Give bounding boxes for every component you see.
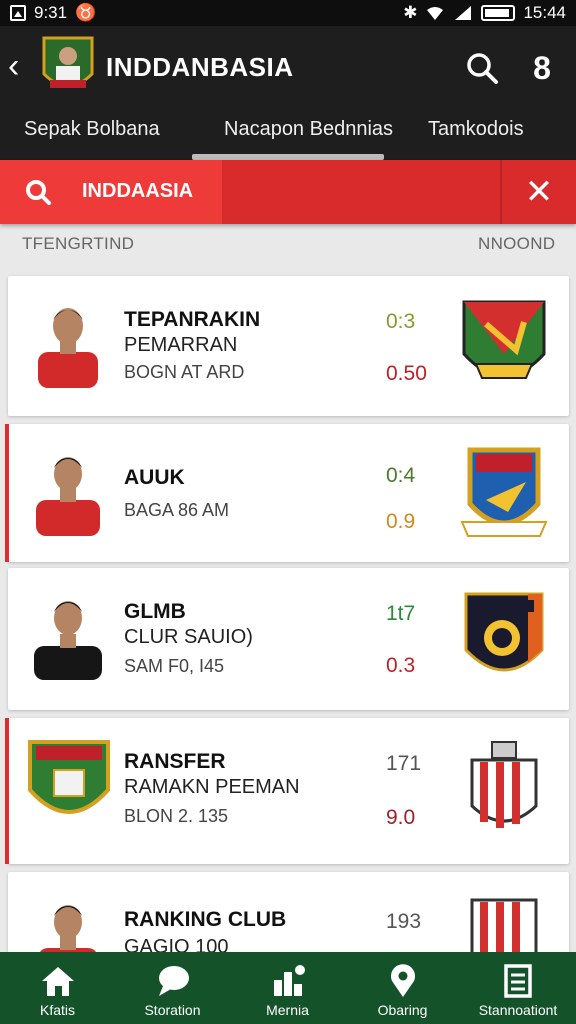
nav-item-location[interactable]: Obaring bbox=[345, 958, 460, 1024]
nav-label: Storation bbox=[144, 1002, 201, 1018]
signal-icon bbox=[455, 6, 472, 20]
list-item[interactable]: GLMB CLUR SAUIO) SAM F0, I45 1t7 0.3 bbox=[8, 568, 569, 710]
close-icon[interactable]: ✕ bbox=[502, 160, 576, 224]
nav-label: Obaring bbox=[377, 1002, 428, 1018]
search-bar[interactable]: INDDAASIA ✕ bbox=[0, 160, 576, 224]
card-meta: BLON 2. 135 bbox=[124, 806, 229, 826]
location-icon bbox=[390, 964, 415, 997]
player-avatar bbox=[34, 601, 102, 680]
club-crest-icon bbox=[470, 741, 538, 828]
stats-icon bbox=[273, 965, 305, 996]
card-title: TEPANRAKIN bbox=[124, 308, 261, 331]
club-crest-icon bbox=[464, 592, 544, 672]
chat-icon bbox=[158, 966, 189, 996]
score-bottom: 0.9 bbox=[386, 510, 416, 533]
card-meta: BOGN AT ARD bbox=[124, 362, 245, 382]
app-notification-icon: ♉ bbox=[75, 3, 97, 22]
score-bottom: 0.50 bbox=[386, 362, 427, 385]
club-crest-icon bbox=[462, 300, 546, 379]
card-title: AUUK bbox=[124, 466, 185, 489]
score-bottom: 9.0 bbox=[386, 806, 416, 829]
club-crest-icon bbox=[460, 447, 548, 537]
battery-icon bbox=[481, 5, 516, 21]
search-input[interactable]: INDDAASIA bbox=[82, 180, 193, 203]
tab-pertandingan[interactable]: Nacapon Bednnias bbox=[224, 118, 393, 141]
list-icon bbox=[504, 964, 532, 998]
card-title: RANKING CLUB bbox=[124, 908, 287, 931]
card-subtitle: CLUR SAUIO) bbox=[124, 626, 253, 648]
status-time: 15:44 bbox=[523, 3, 566, 22]
player-avatar bbox=[38, 308, 98, 388]
nav-item-chat[interactable]: Storation bbox=[115, 958, 230, 1024]
card-subtitle: PEMARRAN bbox=[124, 334, 238, 356]
search-icon[interactable] bbox=[462, 48, 502, 88]
nav-item-list[interactable]: Stannoationt bbox=[460, 958, 576, 1024]
column-header-right: NNOOND bbox=[478, 234, 556, 253]
list-item[interactable]: RANKING CLUB GAGIO 100 193 bbox=[8, 872, 569, 984]
score-bottom: 0.3 bbox=[386, 654, 416, 677]
bluetooth-icon: ✱ bbox=[403, 3, 418, 22]
nav-label: Mernia bbox=[266, 1002, 309, 1018]
score-top: 1t7 bbox=[386, 602, 416, 625]
image-notification-icon bbox=[10, 5, 26, 21]
list-item[interactable]: RANSFER RAMAKN PEEMAN BLON 2. 135 171 9.… bbox=[5, 718, 569, 864]
player-avatar bbox=[36, 457, 100, 536]
nav-item-stats[interactable]: Mernia bbox=[230, 958, 345, 1024]
nav-label: Kfatis bbox=[39, 1002, 75, 1018]
column-header-left: TFENGRTIND bbox=[22, 234, 135, 253]
menu-button[interactable]: 8 bbox=[522, 48, 562, 88]
list-item[interactable]: TEPANRAKIN PEMARRAN BOGN AT ARD 0:3 0.50 bbox=[8, 276, 569, 416]
club-logo bbox=[42, 36, 94, 88]
card-subtitle: RAMAKN PEEMAN bbox=[124, 776, 300, 798]
app-title: INDDANBASIA bbox=[106, 52, 294, 82]
card-meta: SAM F0, I45 bbox=[124, 656, 225, 676]
app-bar: ‹ INDDANBASIA 8 bbox=[0, 26, 576, 108]
score-top: 0:4 bbox=[386, 464, 416, 487]
list-item[interactable]: AUUK BAGA 86 AM 0:4 0.9 bbox=[5, 424, 569, 562]
card-title: GLMB bbox=[124, 600, 186, 623]
bottom-nav: Kfatis Storation Mernia Obaring Stannoat… bbox=[0, 952, 576, 1024]
wifi-icon bbox=[427, 7, 444, 20]
tab-bar: Sepak Bolbana Nacapon Bednnias Tamkodois bbox=[0, 108, 576, 160]
card-title: RANSFER bbox=[124, 750, 226, 773]
score-top: 0:3 bbox=[386, 310, 416, 333]
club-crest-icon bbox=[28, 740, 110, 814]
score-top: 193 bbox=[386, 910, 422, 933]
back-button[interactable]: ‹ bbox=[8, 46, 38, 86]
tab-klasemen[interactable]: Tamkodois bbox=[428, 118, 524, 141]
tab-sepak-bola[interactable]: Sepak Bolbana bbox=[24, 118, 160, 141]
nav-item-home[interactable]: Kfatis bbox=[0, 958, 115, 1024]
search-field-icon bbox=[26, 180, 51, 205]
status-bar: 9:31 ♉ ✱ 15:44 bbox=[0, 0, 576, 26]
status-left-text: 9:31 bbox=[34, 3, 68, 22]
score-top: 171 bbox=[386, 752, 422, 775]
home-icon bbox=[41, 967, 74, 996]
nav-label: Stannoationt bbox=[478, 1002, 558, 1018]
card-meta: BAGA 86 AM bbox=[124, 500, 230, 520]
